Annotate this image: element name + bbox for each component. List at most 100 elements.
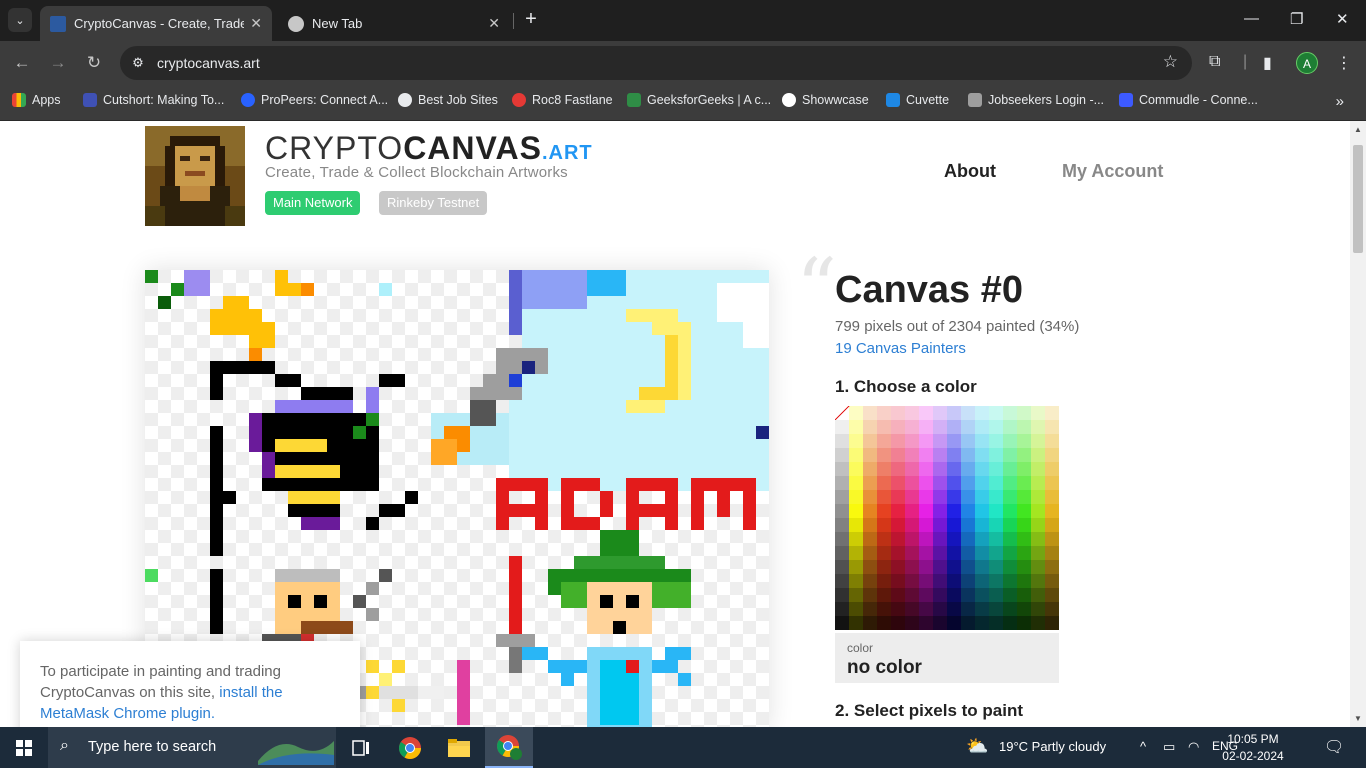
palette-swatch[interactable] [863,504,877,518]
palette-swatch[interactable] [863,588,877,602]
tray-chevron-up-icon[interactable]: ^ [1140,739,1146,754]
palette-swatch[interactable] [975,462,989,476]
palette-swatch[interactable] [947,420,961,434]
palette-swatch[interactable] [1045,518,1059,532]
adam-badge[interactable] [626,660,639,673]
pixel[interactable] [184,270,210,296]
palette-swatch[interactable] [1031,476,1045,490]
palette-swatch[interactable] [1017,448,1031,462]
palette-swatch[interactable] [1003,518,1017,532]
palette-swatch[interactable] [989,574,1003,588]
bee[interactable] [366,387,379,413]
palette-swatch[interactable] [1045,462,1059,476]
palette-swatch[interactable] [1031,574,1045,588]
letter-d[interactable] [561,478,574,530]
palette-swatch[interactable] [919,406,933,420]
palette-swatch[interactable] [961,518,975,532]
palette-swatch[interactable] [975,518,989,532]
palette-swatch[interactable] [835,518,849,532]
letter-m[interactable] [743,478,756,530]
letter-d[interactable] [600,491,613,517]
palette-swatch[interactable] [849,574,863,588]
palette-swatch[interactable] [849,434,863,448]
bookmark-cuvette[interactable]: Cuvette [886,93,949,107]
palette-swatch[interactable] [1003,602,1017,616]
bookmark-commudle[interactable]: Commudle - Conne... [1119,93,1258,107]
palette-swatch[interactable] [877,602,891,616]
palette-swatch[interactable] [1003,420,1017,434]
palette-swatch[interactable] [989,490,1003,504]
palette-swatch[interactable] [961,546,975,560]
adam-eye[interactable] [626,595,639,608]
palette-swatch[interactable] [1031,504,1045,518]
blue-block[interactable] [587,270,626,296]
moon[interactable] [639,387,678,400]
palette-swatch[interactable] [933,532,947,546]
bee-wing[interactable] [301,517,340,530]
task-view-icon[interactable] [337,727,385,768]
bookmark-roc8[interactable]: Roc8 Fastlane [512,93,613,107]
palette-swatch[interactable] [863,406,877,420]
sword-hilt[interactable] [496,634,535,647]
palette-swatch[interactable] [891,616,905,630]
adam-arm[interactable] [522,647,548,660]
palette-swatch[interactable] [933,546,947,560]
pixel[interactable] [145,270,158,283]
palette-swatch[interactable] [835,434,849,448]
notifications-icon[interactable]: 🗨 [1324,737,1344,757]
duck[interactable] [249,322,275,348]
palette-swatch[interactable] [1045,434,1059,448]
palette-swatch[interactable] [961,490,975,504]
duck[interactable] [288,283,301,296]
palette-swatch[interactable] [947,602,961,616]
palette-swatch[interactable] [877,518,891,532]
bee-wing[interactable] [366,413,379,426]
palette-swatch[interactable] [933,518,947,532]
palette-swatch[interactable] [863,602,877,616]
palette-swatch[interactable] [1045,546,1059,560]
palette-swatch[interactable] [849,476,863,490]
palette-swatch[interactable] [849,448,863,462]
pixel[interactable] [366,582,379,595]
main-network-button[interactable]: Main Network [265,191,361,215]
palette-swatch[interactable] [989,462,1003,476]
palette-swatch[interactable] [919,490,933,504]
palette-swatch[interactable] [1017,574,1031,588]
palette-swatch[interactable] [891,476,905,490]
palette-swatch[interactable] [891,448,905,462]
adam-arm[interactable] [665,647,691,660]
letter-a[interactable] [639,478,665,491]
adam-arm[interactable] [678,673,691,686]
palette-swatch[interactable] [891,532,905,546]
palette-swatch[interactable] [989,532,1003,546]
palette-swatch[interactable] [933,490,947,504]
palette-swatch[interactable] [905,518,919,532]
palette-swatch[interactable] [835,448,849,462]
palette-swatch[interactable] [919,504,933,518]
palette-swatch[interactable] [933,504,947,518]
palette-swatch[interactable] [849,420,863,434]
palette-swatch[interactable] [975,504,989,518]
palette-swatch[interactable] [919,462,933,476]
chrome-taskbar-icon[interactable] [386,727,434,768]
palette-swatch[interactable] [877,588,891,602]
palette-swatch[interactable] [1045,602,1059,616]
adam-arm[interactable] [561,673,574,686]
palette-swatch[interactable] [905,490,919,504]
blue-block[interactable] [522,270,587,309]
line[interactable] [210,361,275,374]
palette-swatch[interactable] [989,448,1003,462]
letter-m[interactable] [691,478,704,530]
palette-swatch[interactable] [1017,490,1031,504]
cloud[interactable] [743,309,769,348]
palette-swatch[interactable] [1003,462,1017,476]
palette-swatch[interactable] [835,476,849,490]
window-close-icon[interactable]: ✕ [1336,10,1349,28]
palette-swatch[interactable] [1031,616,1045,630]
palette-swatch[interactable] [919,560,933,574]
palette-swatch[interactable] [1003,434,1017,448]
pixel[interactable] [171,283,184,296]
palette-swatch[interactable] [989,434,1003,448]
palette-swatch[interactable] [933,420,947,434]
palette-swatch[interactable] [891,602,905,616]
